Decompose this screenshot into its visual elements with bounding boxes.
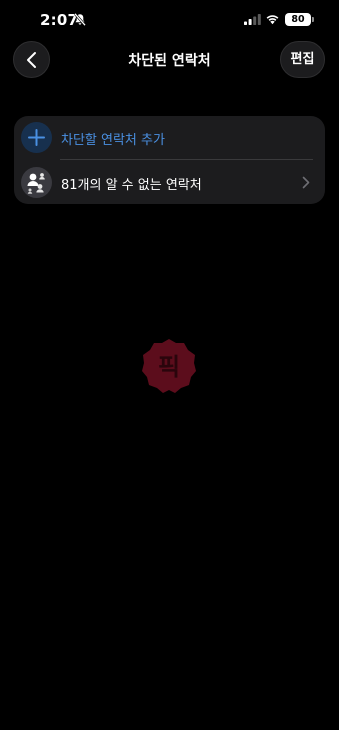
unknown-contacts-label: 81개의 알 수 없는 연락처 [61,178,202,193]
plus-icon [21,122,52,153]
status-time: 2:07 [40,11,79,29]
status-bar: 2:07 80 [0,0,339,40]
battery-icon: 80 [285,13,311,26]
edit-button[interactable]: 편집 [280,41,325,78]
watermark-logo: 픽 [142,339,196,393]
battery-tip [312,17,314,22]
chevron-right-icon [302,176,310,189]
contacts-group-icon [21,167,52,198]
list-divider [60,159,313,160]
wifi-icon [266,15,279,25]
add-blocked-contact-row[interactable]: 차단할 연락처 추가 [14,116,325,159]
svg-text:픽: 픽 [158,353,180,381]
blocked-contacts-card: 차단할 연락처 추가 81개의 알 수 없는 연락처 [14,116,325,204]
signal-icon [244,14,261,25]
add-blocked-contact-label: 차단할 연락처 추가 [61,133,165,148]
unknown-contacts-row[interactable]: 81개의 알 수 없는 연락처 [14,161,325,204]
bell-slash-icon [74,13,86,26]
